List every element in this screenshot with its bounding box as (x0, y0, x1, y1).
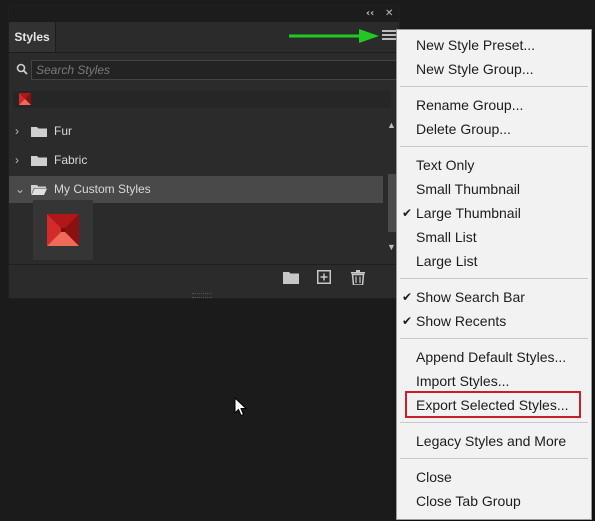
menu-item-label: Import Styles... (416, 373, 510, 389)
tab-styles[interactable]: Styles (9, 22, 56, 52)
menu-separator (400, 458, 588, 459)
menu-item-show-recents[interactable]: ✔ Show Recents (397, 309, 591, 333)
checkmark-icon: ✔ (402, 290, 413, 304)
folder-icon (31, 156, 47, 166)
green-arrow-annotation-icon (289, 29, 379, 43)
styles-panel-flyout-menu: New Style Preset... New Style Group... R… (396, 29, 592, 520)
style-group-my-custom-styles[interactable]: ⌄ My Custom Styles (9, 176, 383, 203)
panel-bottom-toolbar (9, 264, 399, 291)
collapse-panel-icon[interactable]: ‹‹ (366, 7, 374, 21)
chevron-down-icon[interactable]: ⌄ (15, 176, 25, 203)
menu-item-import-styles[interactable]: Import Styles... (397, 369, 591, 393)
menu-item-label: Large List (416, 253, 478, 269)
menu-item-large-thumbnail[interactable]: ✔ Large Thumbnail (397, 201, 591, 225)
style-group-label: My Custom Styles (54, 182, 151, 196)
menu-item-new-style-group[interactable]: New Style Group... (397, 57, 591, 81)
menu-item-label: Show Recents (416, 313, 507, 329)
red-bevel-style-swatch (47, 214, 79, 246)
menu-item-close[interactable]: Close (397, 465, 591, 489)
styles-panel: ‹‹ ✕ Styles › Fur (8, 5, 400, 299)
scroll-up-icon[interactable]: ▲ (387, 120, 396, 130)
menu-item-label: New Style Group... (416, 61, 534, 77)
menu-item-rename-group[interactable]: Rename Group... (397, 93, 591, 117)
menu-item-label: Text Only (416, 157, 475, 173)
menu-item-label: Large Thumbnail (416, 205, 521, 221)
search-icon (16, 63, 28, 75)
chevron-right-icon[interactable]: › (15, 147, 19, 174)
panel-title-bar: ‹‹ ✕ (9, 6, 399, 22)
menu-separator (400, 146, 588, 147)
menu-separator (400, 422, 588, 423)
menu-item-label: Close Tab Group (416, 493, 521, 509)
red-highlight-annotation (405, 391, 581, 418)
search-bar (13, 60, 399, 80)
search-styles-input[interactable] (31, 60, 399, 80)
panel-menu-hamburger-icon[interactable] (382, 30, 396, 42)
scroll-thumb[interactable] (388, 174, 396, 232)
menu-item-label: Rename Group... (416, 97, 524, 113)
menu-item-delete-group[interactable]: Delete Group... (397, 117, 591, 141)
menu-item-append-default-styles[interactable]: Append Default Styles... (397, 345, 591, 369)
trash-icon[interactable] (351, 270, 365, 285)
menu-item-label: Show Search Bar (416, 289, 525, 305)
menu-item-label: Small List (416, 229, 477, 245)
menu-item-label: Delete Group... (416, 121, 511, 137)
menu-item-label: Append Default Styles... (416, 349, 567, 365)
close-panel-icon[interactable]: ✕ (385, 7, 393, 21)
style-group-fabric[interactable]: › Fabric (9, 147, 383, 174)
menu-item-close-tab-group[interactable]: Close Tab Group (397, 489, 591, 513)
menu-item-new-style-preset[interactable]: New Style Preset... (397, 33, 591, 57)
menu-item-label: Legacy Styles and More (416, 433, 567, 449)
recent-styles-bar (13, 91, 391, 108)
menu-item-text-only[interactable]: Text Only (397, 153, 591, 177)
menu-item-label: Small Thumbnail (416, 181, 521, 197)
menu-item-label: New Style Preset... (416, 37, 536, 53)
recent-style-swatch[interactable] (19, 93, 31, 105)
menu-item-large-list[interactable]: Large List (397, 249, 591, 273)
menu-item-label: Close (416, 469, 452, 485)
folder-icon (31, 127, 47, 137)
checkmark-icon: ✔ (402, 314, 413, 328)
scroll-down-icon[interactable]: ▼ (387, 242, 396, 252)
panel-resize-grip[interactable] (192, 293, 212, 298)
menu-separator (400, 338, 588, 339)
menu-item-show-search-bar[interactable]: ✔ Show Search Bar (397, 285, 591, 309)
menu-item-small-thumbnail[interactable]: Small Thumbnail (397, 177, 591, 201)
custom-style-thumbnail[interactable] (33, 200, 93, 260)
new-style-icon[interactable] (317, 270, 331, 284)
style-group-label: Fabric (54, 153, 88, 167)
menu-item-legacy-styles-and-more[interactable]: Legacy Styles and More (397, 429, 591, 453)
mouse-pointer-icon (234, 397, 248, 417)
menu-separator (400, 278, 588, 279)
style-group-fur[interactable]: › Fur (9, 118, 383, 145)
menu-item-small-list[interactable]: Small List (397, 225, 591, 249)
style-group-label: Fur (54, 124, 72, 138)
new-group-folder-icon[interactable] (283, 270, 299, 284)
checkmark-icon: ✔ (402, 206, 413, 220)
menu-separator (400, 86, 588, 87)
open-folder-icon (31, 185, 47, 195)
chevron-right-icon[interactable]: › (15, 118, 19, 145)
